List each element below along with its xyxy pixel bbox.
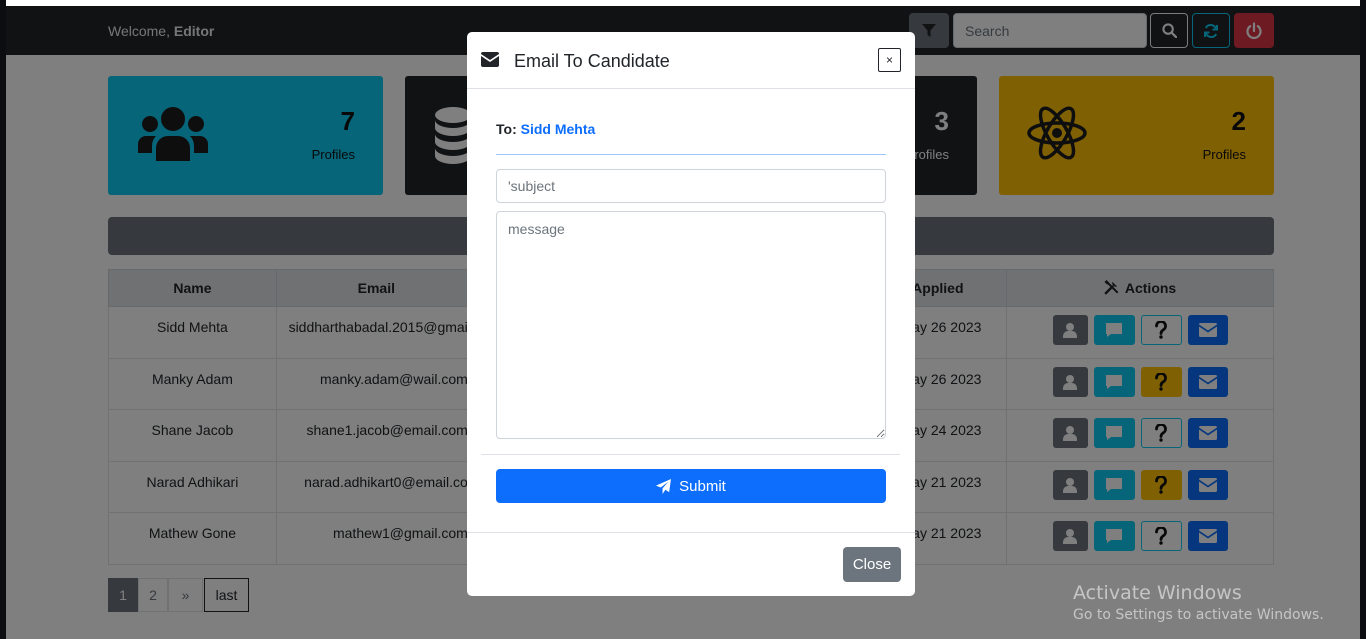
- message-textarea[interactable]: [496, 211, 886, 439]
- submit-button[interactable]: Submit: [496, 469, 886, 503]
- modal-header: Email To Candidate ×: [467, 32, 915, 89]
- watermark-title: Activate Windows: [1073, 582, 1242, 604]
- recipient-line: To: Sidd Mehta: [496, 121, 595, 137]
- paper-plane-icon: [656, 478, 672, 494]
- windows-activation-watermark: Activate Windows Go to Settings to activ…: [1073, 582, 1324, 623]
- divider: [481, 454, 900, 455]
- modal-close-x-button[interactable]: ×: [878, 48, 901, 72]
- divider: [496, 154, 886, 155]
- email-modal: Email To Candidate × To: Sidd Mehta Subm…: [467, 32, 915, 596]
- modal-title: Email To Candidate: [514, 51, 670, 71]
- recipient-name: Sidd Mehta: [520, 121, 596, 137]
- recipient-label: To:: [496, 121, 517, 137]
- watermark-subtitle: Go to Settings to activate Windows.: [1073, 607, 1324, 623]
- subject-input[interactable]: [496, 169, 886, 203]
- submit-label: Submit: [679, 477, 726, 495]
- modal-footer-divider: [467, 532, 915, 533]
- envelope-icon: [481, 52, 499, 67]
- close-button[interactable]: Close: [843, 547, 901, 582]
